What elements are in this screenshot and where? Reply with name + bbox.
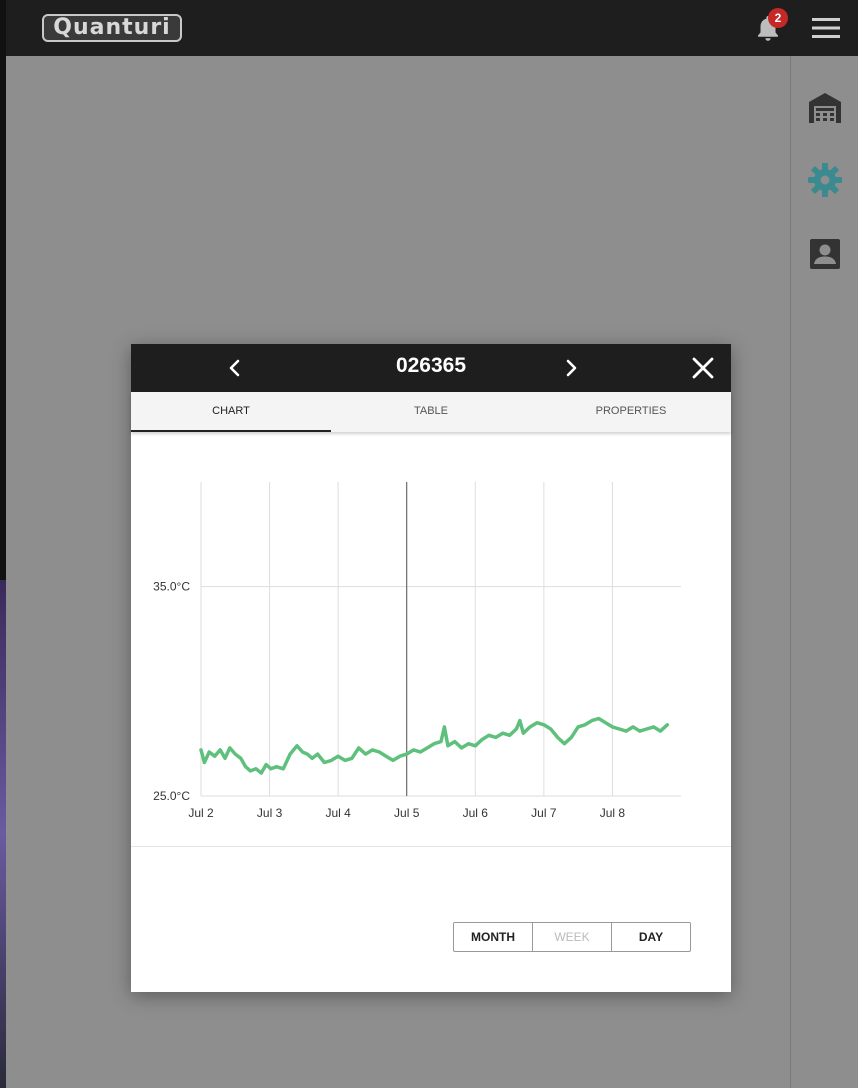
warehouse-icon[interactable]	[805, 88, 845, 128]
x-tick-label: Jul 7	[531, 806, 557, 820]
y-tick-label: 25.0°C	[153, 789, 190, 803]
modal-tabs: CHART TABLE PROPERTIES	[131, 392, 731, 432]
settings-gear-icon[interactable]	[805, 160, 845, 200]
modal-header: 026365	[131, 344, 731, 392]
range-selector: MONTH WEEK DAY	[453, 922, 691, 952]
chart-divider	[131, 846, 731, 847]
tab-properties[interactable]: PROPERTIES	[531, 392, 731, 432]
menu-icon[interactable]	[810, 14, 842, 42]
notification-count-badge: 2	[768, 8, 788, 28]
x-tick-label: Jul 2	[188, 806, 214, 820]
app-logo[interactable]: Quanturi	[42, 14, 182, 42]
right-nav-rail	[790, 56, 858, 1088]
range-week-button[interactable]: WEEK	[533, 923, 612, 951]
close-icon[interactable]	[689, 354, 717, 382]
x-tick-label: Jul 3	[257, 806, 283, 820]
previous-sensor-chevron-left-icon[interactable]	[221, 354, 249, 382]
y-tick-label: 35.0°C	[153, 580, 190, 594]
top-bar: Quanturi 2	[6, 0, 858, 56]
account-profile-icon[interactable]	[805, 234, 845, 274]
temperature-line-chart: Jul 2 Jul 3 Jul 4 Jul 5 Jul 6 Jul 7 Jul 8 35.0°…	[153, 482, 681, 820]
background-window-edge	[0, 0, 6, 1088]
next-sensor-chevron-right-icon[interactable]	[557, 354, 585, 382]
x-tick-label: Jul 5	[394, 806, 420, 820]
temperature-series-line	[199, 716, 670, 775]
x-tick-label: Jul 6	[463, 806, 489, 820]
sensor-detail-modal: 026365 CHART TABLE PROPERTIES Jul 2 Jul 3…	[131, 344, 731, 992]
tab-table[interactable]: TABLE	[331, 392, 531, 432]
x-tick-label: Jul 4	[325, 806, 351, 820]
x-tick-label: Jul 8	[600, 806, 626, 820]
sensor-id-title: 026365	[395, 354, 467, 377]
range-day-button[interactable]: DAY	[612, 923, 690, 951]
tab-chart[interactable]: CHART	[131, 392, 331, 432]
range-month-button[interactable]: MONTH	[454, 923, 533, 951]
background-window-glow	[0, 580, 6, 1088]
